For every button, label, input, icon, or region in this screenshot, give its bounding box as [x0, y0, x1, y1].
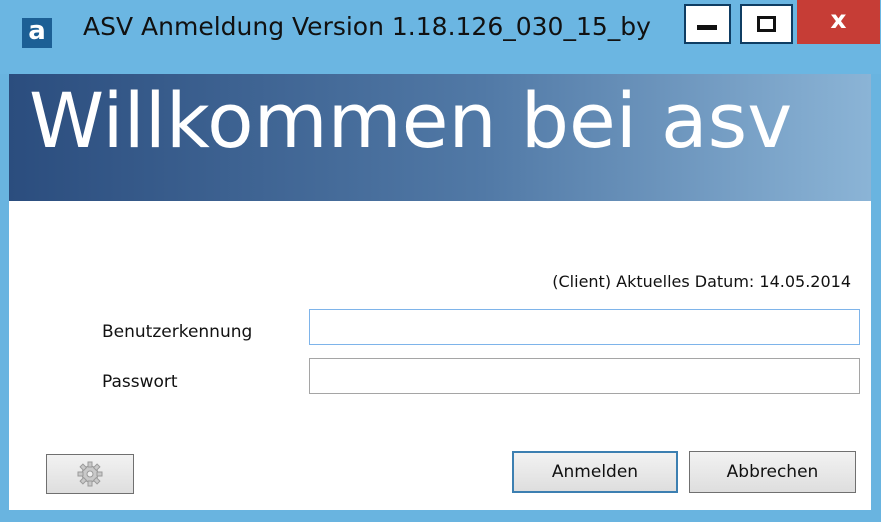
maximize-icon — [757, 16, 776, 32]
username-label: Benutzerkennung — [102, 322, 253, 342]
login-button[interactable]: Anmelden — [512, 451, 678, 493]
current-date-text: (Client) Aktuelles Datum: 14.05.2014 — [552, 272, 851, 291]
dialog-content: Willkommen bei asv (Client) Aktuelles Da… — [9, 74, 871, 510]
banner-title: Willkommen bei asv — [29, 76, 793, 165]
minimize-icon — [697, 25, 717, 30]
title-bar[interactable]: a ASV Anmeldung Version 1.18.126_030_15_… — [0, 0, 881, 74]
login-window: a ASV Anmeldung Version 1.18.126_030_15_… — [0, 0, 881, 522]
minimize-button[interactable] — [684, 4, 731, 44]
close-button[interactable]: x — [797, 0, 880, 44]
password-input[interactable] — [309, 358, 860, 394]
welcome-banner: Willkommen bei asv — [9, 74, 871, 201]
gear-icon — [77, 461, 103, 487]
cancel-button[interactable]: Abbrechen — [689, 451, 856, 493]
username-input[interactable] — [309, 309, 860, 345]
close-icon: x — [830, 5, 847, 34]
maximize-button[interactable] — [740, 4, 793, 44]
app-icon: a — [22, 18, 52, 48]
settings-button[interactable] — [46, 454, 134, 494]
password-label: Passwort — [102, 372, 178, 392]
window-title: ASV Anmeldung Version 1.18.126_030_15_by — [83, 12, 651, 41]
